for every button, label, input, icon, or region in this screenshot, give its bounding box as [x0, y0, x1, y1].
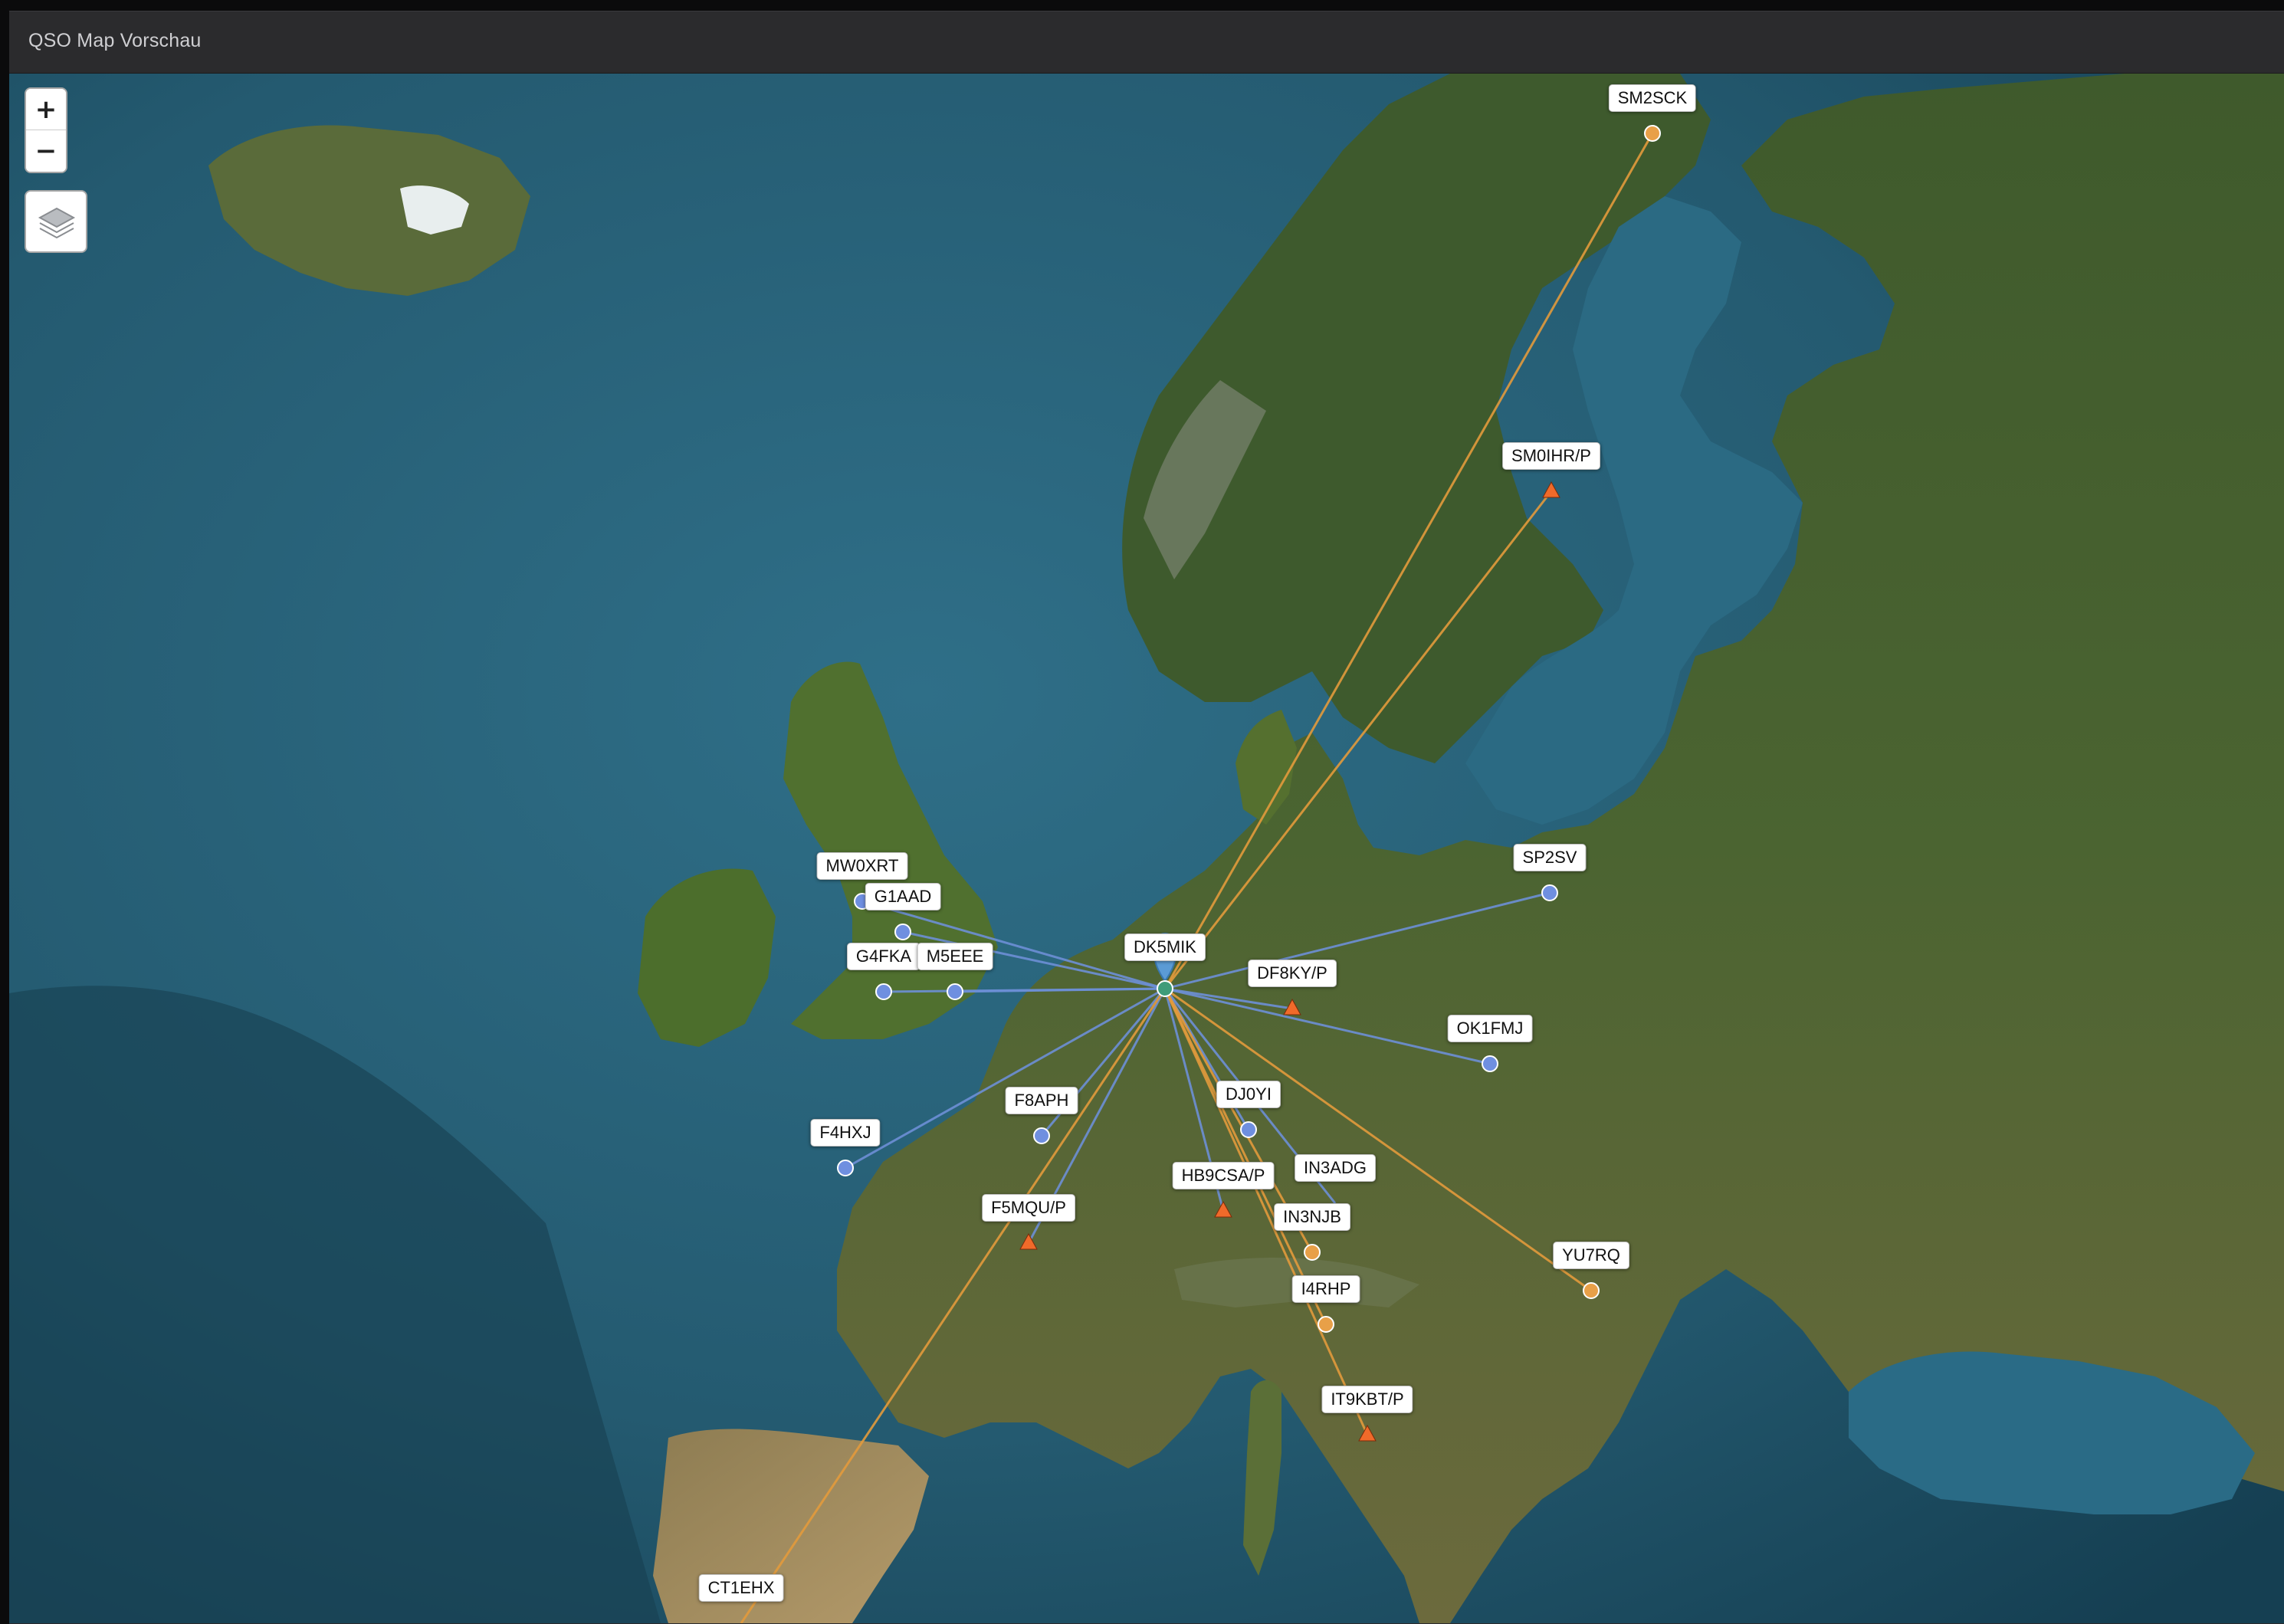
qso-callsign-label: DF8KY/P	[1248, 960, 1337, 987]
qso-callsign-label: SM0IHR/P	[1502, 442, 1600, 470]
qso-callsign-label: CT1EHX	[698, 1574, 784, 1602]
labels-layer: SM2SCK SM0IHR/P SP2SV MW0XRT G1AAD G4FKA M5EEE…	[9, 74, 2284, 1623]
qso-callsign-label: F4HXJ	[810, 1119, 881, 1147]
layers-icon	[38, 207, 76, 239]
qso-callsign-label: OK1FMJ	[1447, 1015, 1533, 1042]
qso-callsign-label: F8APH	[1005, 1087, 1078, 1114]
qso-callsign-label: G1AAD	[865, 883, 941, 910]
home-callsign-label: DK5MIK	[1124, 933, 1206, 961]
qso-callsign-label: G4FKA	[846, 943, 921, 970]
qso-callsign-label: I4RHP	[1291, 1275, 1360, 1303]
qso-callsign-label: IN3NJB	[1274, 1203, 1350, 1231]
qso-callsign-label: SP2SV	[1513, 844, 1587, 871]
qso-callsign-label: M5EEE	[917, 943, 993, 970]
qso-callsign-label: SM2SCK	[1608, 84, 1697, 112]
zoom-out-button[interactable]: −	[26, 130, 66, 172]
zoom-control: + −	[25, 87, 67, 173]
qso-callsign-label: YU7RQ	[1553, 1242, 1629, 1269]
layers-control[interactable]	[25, 190, 87, 253]
qso-callsign-label: DJ0YI	[1216, 1081, 1281, 1108]
qso-callsign-label: MW0XRT	[816, 852, 908, 880]
qso-callsign-label: IT9KBT/P	[1321, 1386, 1413, 1413]
map-viewport[interactable]: SM2SCK SM0IHR/P SP2SV MW0XRT G1AAD G4FKA M5EEE…	[9, 74, 2284, 1623]
qso-callsign-label: F5MQU/P	[982, 1194, 1075, 1222]
qso-callsign-label: HB9CSA/P	[1172, 1162, 1275, 1189]
qso-callsign-label: IN3ADG	[1295, 1154, 1376, 1182]
title-bar: QSO Map Vorschau	[9, 11, 2284, 74]
window-title: QSO Map Vorschau	[28, 30, 202, 51]
zoom-in-button[interactable]: +	[26, 89, 66, 130]
